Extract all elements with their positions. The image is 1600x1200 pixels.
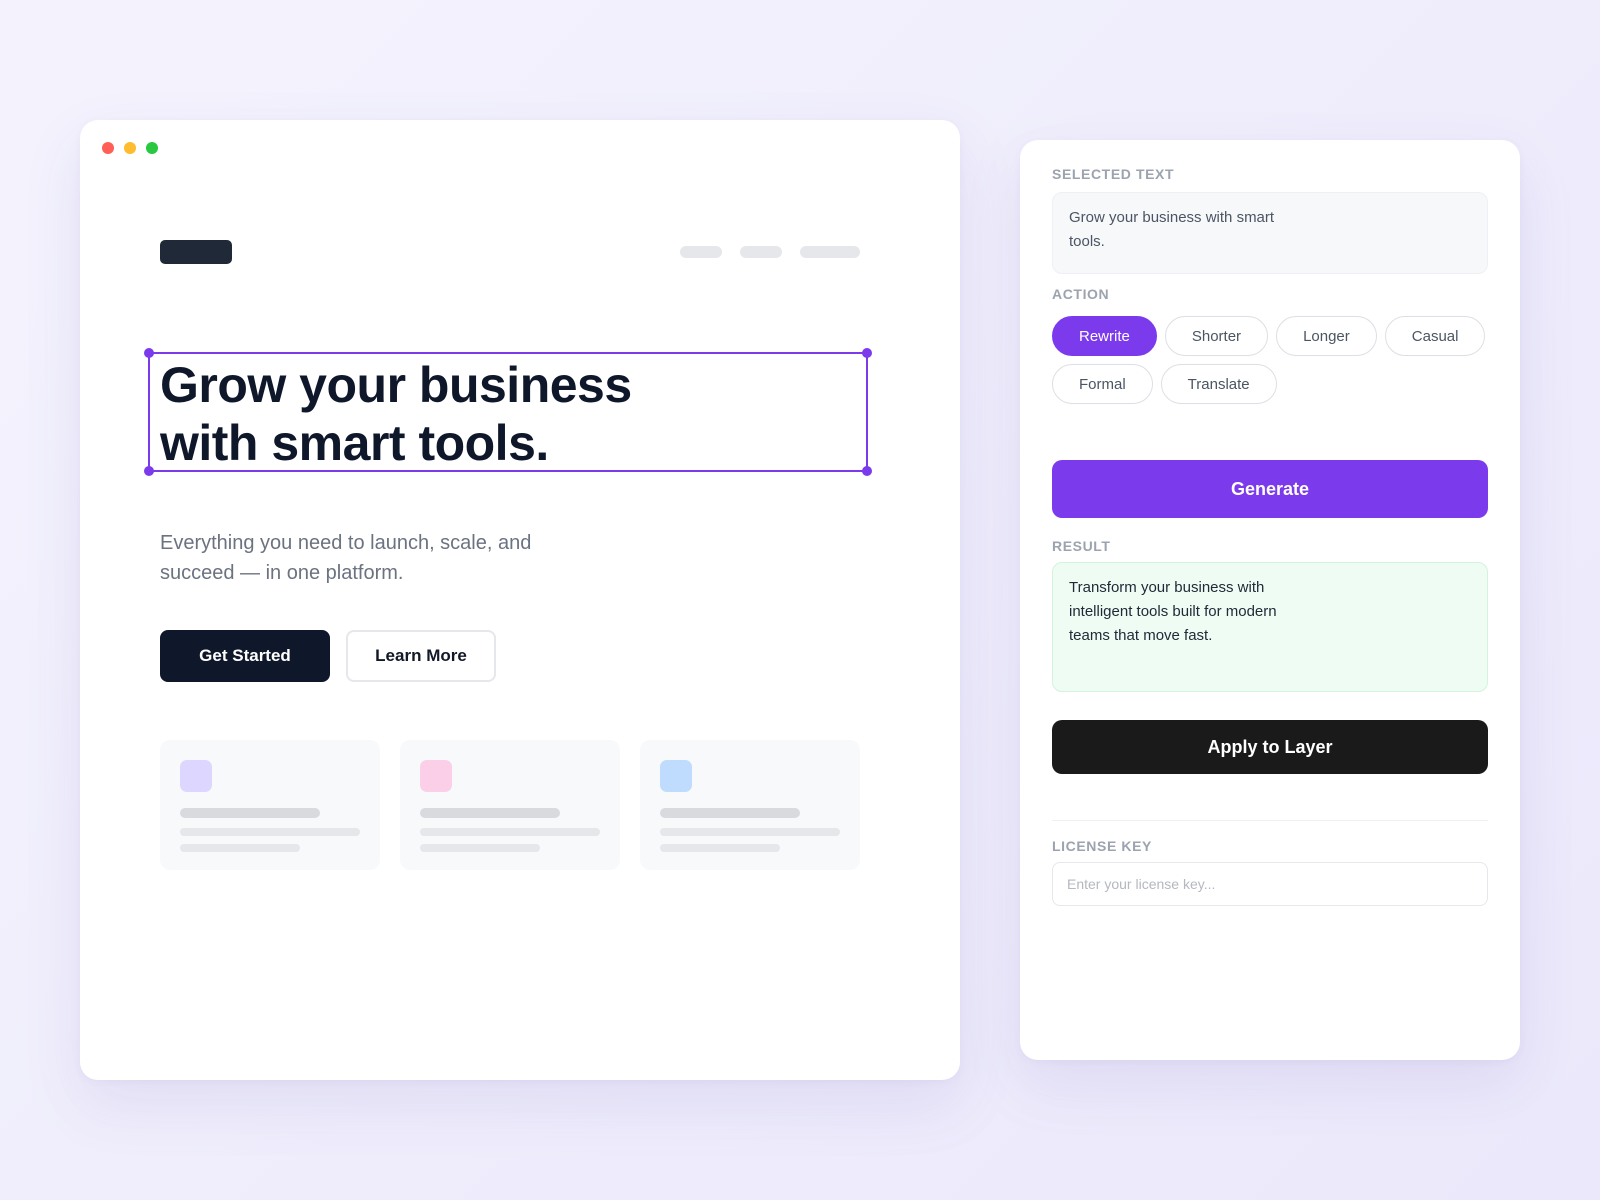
hero-subtitle: Everything you need to launch, scale, an… (160, 532, 532, 584)
result-value: Transform your business with intelligent… (1069, 579, 1277, 644)
action-chip-longer[interactable]: Longer (1276, 316, 1377, 356)
feature-title-placeholder (660, 808, 800, 818)
feature-card (160, 740, 380, 870)
feature-text-placeholder (420, 844, 540, 852)
close-window-icon[interactable] (102, 142, 114, 154)
feature-text-placeholder (660, 844, 780, 852)
apply-to-layer-button[interactable]: Apply to Layer (1052, 720, 1488, 774)
nav-item-placeholder (740, 246, 782, 258)
license-key-label: LICENSE KEY (1052, 838, 1152, 854)
ai-copy-plugin-panel: SELECTED TEXT Grow your business with sm… (1020, 140, 1520, 1060)
feature-text-placeholder (660, 828, 840, 836)
site-nav (680, 246, 860, 258)
nav-item-placeholder (800, 246, 860, 258)
get-started-button[interactable]: Get Started (160, 630, 330, 682)
action-chip-rewrite[interactable]: Rewrite (1052, 316, 1157, 356)
resize-handle-top-left[interactable] (144, 348, 154, 358)
feature-card (400, 740, 620, 870)
license-key-input[interactable] (1052, 862, 1488, 906)
feature-text-placeholder (180, 844, 300, 852)
selected-text-preview: Grow your business with smart tools. (1052, 192, 1488, 274)
feature-title-placeholder (420, 808, 560, 818)
generate-button[interactable]: Generate (1052, 460, 1488, 518)
feature-card (640, 740, 860, 870)
window-controls (102, 142, 158, 154)
selected-text-label: SELECTED TEXT (1052, 166, 1175, 182)
site-logo-placeholder (160, 240, 232, 264)
action-chip-translate[interactable]: Translate (1160, 364, 1277, 404)
resize-handle-top-right[interactable] (862, 348, 872, 358)
result-output[interactable]: Transform your business with intelligent… (1052, 562, 1488, 692)
feature-title-placeholder (180, 808, 320, 818)
action-label: ACTION (1052, 286, 1110, 302)
section-divider (1052, 820, 1488, 821)
learn-more-button[interactable]: Learn More (346, 630, 496, 682)
selected-text-value: Grow your business with smart tools. (1069, 209, 1275, 250)
canvas-window: Grow your business with smart tools. Eve… (80, 120, 960, 1080)
feature-icon-placeholder (660, 760, 692, 792)
resize-handle-bottom-left[interactable] (144, 466, 154, 476)
action-chip-group: Rewrite Shorter Longer Casual Formal Tra… (1052, 316, 1492, 404)
action-chip-casual[interactable]: Casual (1384, 316, 1486, 356)
resize-handle-bottom-right[interactable] (862, 466, 872, 476)
feature-text-placeholder (420, 828, 600, 836)
feature-cards (160, 740, 860, 870)
feature-text-placeholder (180, 828, 360, 836)
action-chip-shorter[interactable]: Shorter (1164, 316, 1269, 356)
text-selection-box[interactable] (144, 348, 872, 476)
action-chip-formal[interactable]: Formal (1052, 364, 1153, 404)
feature-icon-placeholder (180, 760, 212, 792)
feature-icon-placeholder (420, 760, 452, 792)
minimize-window-icon[interactable] (124, 142, 136, 154)
maximize-window-icon[interactable] (146, 142, 158, 154)
result-label: RESULT (1052, 538, 1111, 554)
nav-item-placeholder (680, 246, 722, 258)
